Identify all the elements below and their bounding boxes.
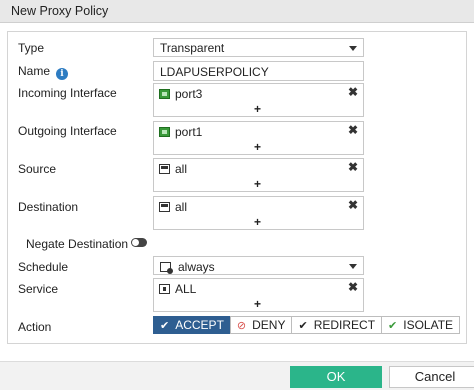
outgoing-interface-entry: port1 — [159, 125, 202, 139]
add-icon[interactable]: + — [254, 140, 261, 154]
remove-icon[interactable]: ✖ — [348, 160, 358, 174]
schedule-value: always — [178, 260, 215, 274]
dialog-title: New Proxy Policy — [11, 4, 109, 18]
action-redirect-button[interactable]: ✔ REDIRECT — [291, 316, 383, 334]
chevron-down-icon — [349, 46, 357, 51]
service-label: Service — [18, 282, 59, 296]
incoming-interface-field[interactable]: port3 ✖ + — [153, 83, 364, 117]
ok-button[interactable]: OK — [290, 366, 382, 388]
incoming-interface-entry: port3 — [159, 87, 202, 101]
action-label: Action — [18, 320, 52, 334]
action-isolate-label: ISOLATE — [403, 318, 454, 332]
checkmark-icon: ✔ — [160, 319, 170, 332]
action-accept-button[interactable]: ✔ ACCEPT — [153, 316, 231, 334]
action-isolate-button[interactable]: ✔ ISOLATE — [381, 316, 461, 334]
service-field[interactable]: ALL ✖ + — [153, 278, 364, 312]
schedule-entry: always — [160, 260, 215, 274]
action-redirect-label: REDIRECT — [313, 318, 376, 332]
remove-icon[interactable]: ✖ — [348, 85, 358, 99]
incoming-interface-label: Incoming Interface — [18, 86, 117, 100]
destination-field[interactable]: all ✖ + — [153, 196, 364, 230]
negate-destination-label: Negate Destination — [26, 237, 129, 251]
source-entry: all — [159, 162, 187, 176]
check-circle-icon: ✔ — [388, 319, 398, 332]
outgoing-interface-label: Outgoing Interface — [18, 124, 117, 138]
incoming-interface-value: port3 — [175, 87, 203, 101]
name-label: Name — [18, 64, 51, 78]
name-input[interactable]: LDAPUSERPOLICY — [153, 61, 364, 81]
schedule-label: Schedule — [18, 260, 69, 274]
chevron-down-icon — [349, 264, 357, 269]
schedule-icon — [160, 262, 173, 274]
action-accept-label: ACCEPT — [175, 318, 224, 332]
outgoing-interface-field[interactable]: port1 ✖ + — [153, 121, 364, 155]
name-value: LDAPUSERPOLICY — [160, 65, 269, 79]
action-button-group: ✔ ACCEPT ⊘ DENY ✔ REDIRECT ✔ ISOLATE — [153, 316, 461, 334]
dialog-footer: OK Cancel — [0, 361, 474, 390]
service-value: ALL — [175, 282, 197, 296]
type-label: Type — [18, 41, 45, 55]
destination-entry: all — [159, 200, 187, 214]
add-icon[interactable]: + — [254, 297, 261, 311]
type-select[interactable]: Transparent — [153, 38, 364, 57]
add-icon[interactable]: + — [254, 215, 261, 229]
cancel-button[interactable]: Cancel — [389, 366, 474, 388]
action-deny-button[interactable]: ⊘ DENY — [229, 316, 293, 334]
address-icon — [159, 164, 170, 174]
remove-icon[interactable]: ✖ — [348, 123, 358, 137]
deny-icon: ⊘ — [236, 319, 247, 332]
remove-icon[interactable]: ✖ — [348, 280, 358, 294]
checkmark-icon: ✔ — [298, 319, 308, 332]
dialog-titlebar: New Proxy Policy — [0, 0, 474, 23]
source-label: Source — [18, 162, 57, 176]
remove-icon[interactable]: ✖ — [348, 198, 358, 212]
type-value: Transparent — [160, 41, 225, 55]
port-icon — [159, 127, 170, 137]
action-deny-label: DENY — [252, 318, 286, 332]
destination-label: Destination — [18, 200, 79, 214]
source-field[interactable]: all ✖ + — [153, 158, 364, 192]
outgoing-interface-value: port1 — [175, 125, 203, 139]
service-entry: ALL — [159, 282, 196, 296]
info-icon[interactable]: i — [56, 68, 69, 80]
name-label-row: Name i — [18, 64, 69, 80]
destination-value: all — [175, 200, 188, 214]
address-icon — [159, 202, 170, 212]
service-icon — [159, 284, 170, 294]
schedule-select[interactable]: always — [153, 256, 364, 275]
source-value: all — [175, 162, 188, 176]
add-icon[interactable]: + — [254, 177, 261, 191]
negate-destination-toggle[interactable] — [131, 238, 147, 247]
port-icon — [159, 89, 170, 99]
add-icon[interactable]: + — [254, 102, 261, 116]
